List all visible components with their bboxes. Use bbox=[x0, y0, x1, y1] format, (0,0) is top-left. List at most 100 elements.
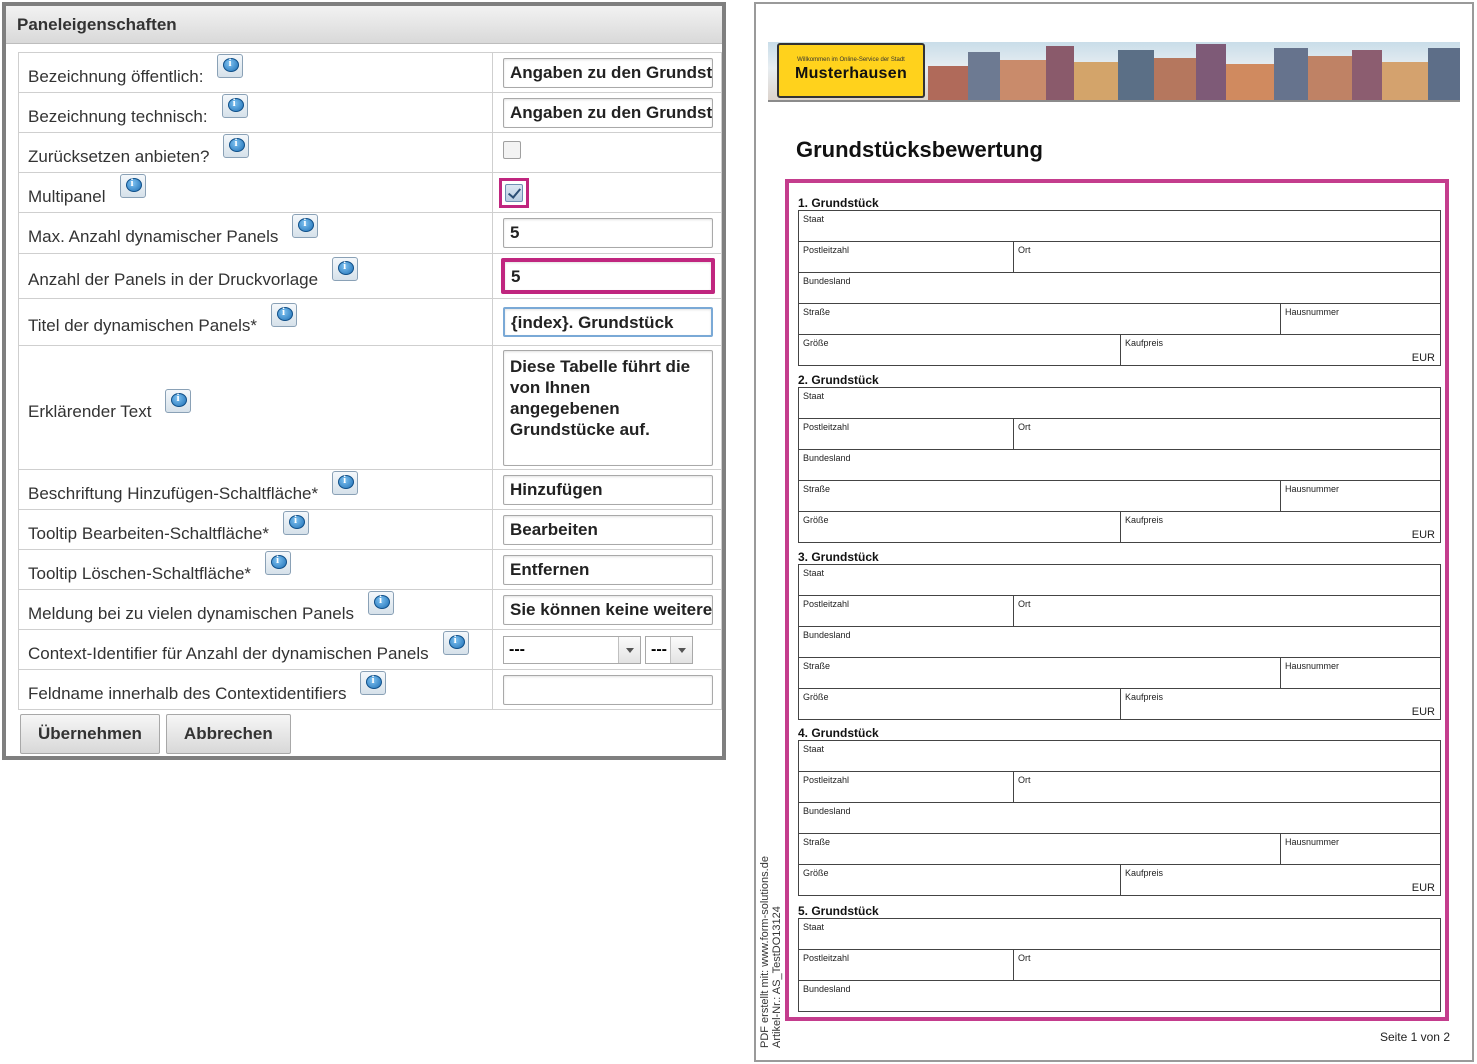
context-identifier-select[interactable]: --- bbox=[503, 635, 641, 664]
field-bundesland: Bundesland bbox=[803, 984, 851, 994]
property-grid: Staat Postleitzahl Ort Bundesland Straße H… bbox=[798, 564, 1441, 720]
panel-title-input[interactable]: {index}. Grundstück bbox=[503, 307, 713, 337]
label-public-name: Bezeichnung öffentlich: bbox=[28, 66, 204, 86]
info-icon[interactable] bbox=[360, 670, 387, 695]
field-ort: Ort bbox=[1013, 596, 1440, 626]
row-delete-tooltip: Tooltip Löschen-Schaltfläche* Entfernen bbox=[18, 549, 722, 590]
row-add-button-label: Beschriftung Hinzufügen-Schaltfläche* Hi… bbox=[18, 469, 722, 510]
currency-label: EUR bbox=[1411, 882, 1435, 894]
info-icon[interactable] bbox=[442, 630, 469, 655]
field-staat: Staat bbox=[803, 391, 825, 401]
field-plz: Postleitzahl bbox=[803, 599, 850, 609]
max-panels-input[interactable]: 5 bbox=[503, 218, 713, 248]
info-icon[interactable] bbox=[221, 93, 248, 118]
field-hausnummer: Hausnummer bbox=[1280, 481, 1440, 511]
page-number: Seite 1 von 2 bbox=[1379, 1030, 1450, 1044]
panel-title: Paneleigenschaften bbox=[6, 6, 722, 44]
label-max-panels: Max. Anzahl dynamischer Panels bbox=[28, 227, 279, 246]
info-icon[interactable] bbox=[292, 214, 319, 238]
info-icon[interactable] bbox=[223, 133, 250, 158]
cancel-button[interactable]: Abbrechen bbox=[165, 714, 291, 754]
row-print-panels: Anzahl der Panels in der Druckvorlage 5 bbox=[18, 253, 722, 299]
field-bundesland: Bundesland bbox=[803, 276, 851, 286]
row-public-name: Bezeichnung öffentlich: Angaben zu den G… bbox=[18, 52, 722, 93]
info-icon[interactable] bbox=[217, 53, 244, 78]
field-kaufpreis: Kaufpreis EUR bbox=[1120, 865, 1440, 895]
multipanel-checkbox[interactable] bbox=[505, 183, 523, 202]
dynamic-panels-highlight: 1. Grundstück Staat Postleitzahl Ort Bund… bbox=[785, 179, 1449, 1021]
field-strasse: Straße bbox=[803, 484, 831, 494]
field-bundesland: Bundesland bbox=[803, 630, 851, 640]
property-grid: Staat Postleitzahl Ort Bundesland Straße H… bbox=[798, 210, 1441, 366]
property-section: 3. Grundstück Staat Postleitzahl Ort Bund… bbox=[798, 550, 1441, 720]
field-groesse: Größe bbox=[803, 692, 829, 702]
property-grid: Staat Postleitzahl Ort Bundesland Straße H… bbox=[798, 387, 1441, 543]
delete-tooltip-input[interactable]: Entfernen bbox=[503, 554, 713, 585]
field-ort: Ort bbox=[1013, 950, 1440, 980]
field-kaufpreis: Kaufpreis EUR bbox=[1120, 335, 1440, 365]
field-groesse: Größe bbox=[803, 868, 829, 878]
field-kaufpreis: Kaufpreis EUR bbox=[1120, 689, 1440, 719]
apply-button[interactable]: Übernehmen bbox=[20, 714, 160, 754]
info-icon[interactable] bbox=[368, 590, 395, 615]
info-icon[interactable] bbox=[119, 173, 146, 198]
label-explanatory-text: Erklärender Text bbox=[28, 401, 152, 421]
info-icon[interactable] bbox=[332, 470, 359, 495]
field-plz: Postleitzahl bbox=[803, 775, 850, 785]
label-multipanel: Multipanel bbox=[28, 186, 106, 206]
row-field-name: Feldname innerhalb des Contextidentifier… bbox=[18, 669, 722, 710]
info-icon[interactable] bbox=[271, 303, 297, 327]
add-button-label-input[interactable]: Hinzufügen bbox=[503, 474, 713, 505]
sign-small-text: Willkommen im Online-Service der Stadt bbox=[797, 57, 905, 63]
row-edit-tooltip: Tooltip Bearbeiten-Schaltfläche* Bearbei… bbox=[18, 509, 722, 550]
field-bundesland: Bundesland bbox=[803, 806, 851, 816]
label-too-many-message: Meldung bei zu vielen dynamischen Panels bbox=[28, 603, 355, 623]
document-footer-vertical: PDF erstellt mit: www.form-solutions.de … bbox=[759, 856, 783, 1048]
technical-name-input[interactable]: Angaben zu den Grundstücken bbox=[503, 97, 713, 128]
field-bundesland: Bundesland bbox=[803, 453, 851, 463]
multipanel-highlight bbox=[499, 177, 529, 208]
property-grid: Staat Postleitzahl Ort Bundesland Straße H… bbox=[798, 740, 1441, 896]
context-field-select[interactable]: --- bbox=[645, 635, 693, 664]
town-sign-logo: Willkommen im Online-Service der Stadt M… bbox=[777, 43, 925, 98]
too-many-message-input[interactable]: Sie können keine weiteren bbox=[503, 594, 713, 625]
field-plz: Postleitzahl bbox=[803, 245, 850, 255]
edit-tooltip-input[interactable]: Bearbeiten bbox=[503, 514, 713, 545]
property-section: 2. Grundstück Staat Postleitzahl Ort Bund… bbox=[798, 373, 1441, 543]
print-preview-page: Willkommen im Online-Service der Stadt M… bbox=[754, 2, 1474, 1062]
panel-properties-dialog: Paneleigenschaften Bezeichnung öffentlic… bbox=[2, 2, 726, 760]
property-grid: Staat Postleitzahl Ort Bundesland bbox=[798, 918, 1441, 1012]
field-hausnummer: Hausnummer bbox=[1280, 304, 1440, 334]
sign-town-name: Musterhausen bbox=[794, 65, 908, 82]
label-context-identifier: Context-Identifier für Anzahl der dynami… bbox=[28, 643, 429, 663]
field-hausnummer: Hausnummer bbox=[1280, 834, 1440, 864]
field-staat: Staat bbox=[803, 744, 825, 754]
print-panels-input[interactable]: 5 bbox=[501, 258, 715, 294]
label-panel-title: Titel der dynamischen Panels* bbox=[28, 316, 257, 335]
pdf-credit: PDF erstellt mit: www.form-solutions.de bbox=[759, 856, 771, 1048]
chevron-down-icon[interactable] bbox=[670, 636, 692, 663]
info-icon[interactable] bbox=[265, 550, 292, 575]
info-icon[interactable] bbox=[282, 510, 309, 535]
public-name-input[interactable]: Angaben zu den Grundstücken bbox=[503, 57, 713, 88]
dialog-buttons: Übernehmen Abbrechen bbox=[20, 714, 291, 754]
offer-reset-checkbox[interactable] bbox=[503, 141, 521, 159]
document-title: Grundstücksbewertung bbox=[796, 137, 1043, 162]
chevron-down-icon[interactable] bbox=[618, 636, 640, 663]
info-icon[interactable] bbox=[332, 257, 359, 281]
explanatory-text-area[interactable]: Diese Tabelle führt die von Ihnen angege… bbox=[503, 349, 713, 466]
info-icon[interactable] bbox=[165, 388, 192, 413]
field-name-input[interactable] bbox=[503, 674, 713, 705]
property-section: 5. Grundstück Staat Postleitzahl Ort Bund… bbox=[798, 904, 1441, 1012]
field-kaufpreis: Kaufpreis EUR bbox=[1120, 512, 1440, 542]
field-ort: Ort bbox=[1013, 772, 1440, 802]
label-print-panels: Anzahl der Panels in der Druckvorlage bbox=[28, 270, 319, 289]
field-staat: Staat bbox=[803, 568, 825, 578]
label-add-button: Beschriftung Hinzufügen-Schaltfläche* bbox=[28, 483, 319, 503]
section-title: 2. Grundstück bbox=[798, 373, 879, 387]
label-field-name: Feldname innerhalb des Contextidentifier… bbox=[28, 683, 347, 703]
row-too-many-message: Meldung bei zu vielen dynamischen Panels… bbox=[18, 589, 722, 630]
row-offer-reset: Zurücksetzen anbieten? bbox=[18, 132, 722, 173]
label-edit-tooltip: Tooltip Bearbeiten-Schaltfläche* bbox=[28, 523, 269, 543]
row-context-identifier: Context-Identifier für Anzahl der dynami… bbox=[18, 629, 722, 670]
